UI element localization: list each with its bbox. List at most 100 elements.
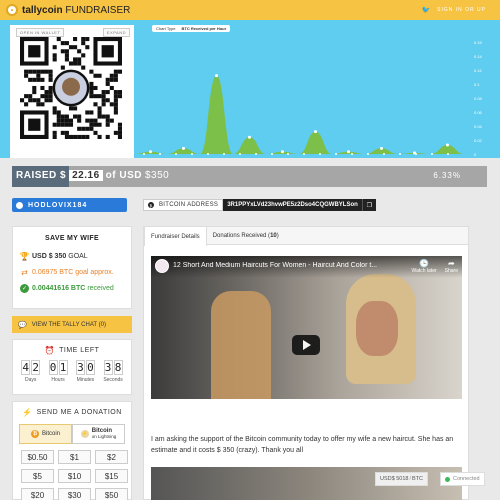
expand-button[interactable]: EXPAND [102, 28, 130, 37]
qr-module [48, 73, 53, 78]
chart-point[interactable] [314, 130, 317, 134]
video-title[interactable]: 12 Short And Medium Haircuts For Women -… [173, 262, 412, 269]
goal-usd: USD $ 350 [32, 253, 67, 260]
goal-usd-suffix: GOAL [68, 253, 88, 260]
open-in-wallet-button[interactable]: OPEN IN WALLET [16, 28, 65, 37]
qr-module [64, 118, 69, 123]
video-header: 12 Short And Medium Haircuts For Women -… [151, 256, 462, 278]
qr-module [101, 94, 106, 99]
watch-later-button[interactable]: 🕒 Watch later [412, 259, 437, 274]
chart-legend[interactable]: Chart Type BTC Received per Hour [152, 25, 231, 32]
amount-button[interactable]: $1 [58, 450, 91, 464]
play-icon[interactable] [292, 335, 320, 355]
view-chat-button[interactable]: 💬 VIEW THE TALLY CHAT (0) [12, 316, 132, 333]
qr-module [56, 118, 61, 123]
digit: 1 [58, 360, 68, 375]
qr-module [52, 57, 57, 62]
amount-button[interactable]: $0.50 [21, 450, 54, 464]
qr-module [48, 94, 53, 99]
qr-code-icon[interactable] [20, 37, 122, 139]
qr-module [60, 130, 65, 135]
video-actions: 🕒 Watch later ➦ Share [412, 259, 458, 274]
qr-module [36, 73, 41, 78]
chart-baseline-point [447, 153, 449, 155]
qr-module [64, 114, 69, 119]
qr-module [68, 106, 74, 111]
y-tick-label: 0.04 [474, 124, 483, 129]
tab-bitcoin[interactable]: ₿ Bitcoin [19, 424, 72, 444]
qr-module [89, 90, 94, 95]
amount-button[interactable]: $20 [21, 488, 54, 500]
chart-point[interactable] [347, 150, 350, 154]
copy-icon[interactable]: ❐ [361, 199, 376, 211]
qr-module [93, 118, 98, 123]
y-tick-label: 0.12 [474, 68, 483, 73]
tab-donations-received[interactable]: Donations Received (10) [207, 227, 285, 244]
qr-module [85, 45, 90, 50]
tab-lightning[interactable]: ⚡ Bitcoin on Lightning [72, 424, 125, 444]
days-label: Days [24, 377, 37, 383]
video-frame-face [356, 301, 398, 356]
brand-name: tallycoin [22, 4, 63, 16]
chart-point[interactable] [248, 135, 251, 139]
qr-module [40, 102, 45, 107]
qr-module [24, 102, 29, 107]
qr-module [32, 69, 37, 74]
qr-module [93, 102, 98, 107]
bitcoin-address-value[interactable]: 3R1PPYxLVd23hvwPE5z2Dso4CQGWBYLSon [223, 199, 362, 211]
received-amount: 0.00441616 BTC [32, 285, 86, 292]
chart-point[interactable] [380, 146, 383, 150]
qr-module [48, 69, 53, 74]
qr-module [77, 114, 82, 119]
qr-module [28, 94, 33, 99]
share-button[interactable]: ➦ Share [445, 259, 458, 274]
video-embed[interactable]: 12 Short And Medium Haircuts For Women -… [151, 256, 462, 399]
chart-point[interactable] [215, 74, 218, 78]
donation-card: ⚡ SEND ME A DONATION ₿ Bitcoin ⚡ Bitcoin… [12, 401, 132, 500]
goal-amount: $350 [145, 170, 170, 181]
qr-module [64, 134, 69, 139]
amount-button[interactable]: $15 [95, 469, 128, 483]
chart-baseline-point [367, 153, 369, 155]
chat-icon: 💬 [18, 321, 27, 329]
time-left-title: ⏰ TIME LEFT [13, 340, 131, 355]
connection-status: Connected [440, 472, 485, 486]
chart-baseline-point [207, 153, 209, 155]
qr-module [56, 110, 61, 115]
chart-point[interactable] [149, 150, 152, 154]
amount-button[interactable]: $30 [58, 488, 91, 500]
qr-module [113, 69, 118, 74]
amount-button[interactable]: $2 [95, 450, 128, 464]
goal-usd-row: 🏆 USD $ 350 GOAL [13, 252, 131, 261]
qr-module [85, 110, 90, 115]
qr-module [77, 57, 82, 62]
qr-module [105, 118, 110, 123]
qr-module [97, 134, 102, 139]
qr-module [52, 106, 57, 111]
qr-module [113, 94, 118, 99]
qr-module [113, 130, 118, 135]
chart-point[interactable] [446, 143, 449, 147]
brand[interactable]: tallycoin FUNDRAISER [6, 4, 130, 16]
channel-avatar[interactable] [155, 259, 169, 273]
lightning-tab-sub: on Lightning [91, 433, 117, 439]
tab-fundraiser-details[interactable]: Fundraiser Details [144, 227, 207, 246]
qr-module [109, 73, 114, 78]
qr-module [44, 69, 49, 74]
chart-baseline-point [415, 153, 417, 155]
qr-module [85, 118, 90, 123]
amount-button[interactable]: $50 [95, 488, 128, 500]
qr-module [28, 69, 33, 74]
chart-point[interactable] [182, 146, 185, 150]
user-profile-button[interactable]: HODLOVIX184 [12, 198, 127, 212]
fundraise-progress: RAISED $ 22.16 of USD $350 6.33% [12, 166, 487, 187]
amount-button[interactable]: $10 [58, 469, 91, 483]
qr-module [68, 134, 74, 139]
sign-in-link[interactable]: SIGN IN OR UP [437, 7, 486, 13]
twitter-icon[interactable]: 🐦 [421, 6, 431, 14]
chart-point[interactable] [281, 150, 284, 154]
video-frame-hair-left [211, 291, 271, 399]
amount-button[interactable]: $5 [21, 469, 54, 483]
qr-module [73, 134, 78, 139]
qr-module [113, 90, 118, 95]
